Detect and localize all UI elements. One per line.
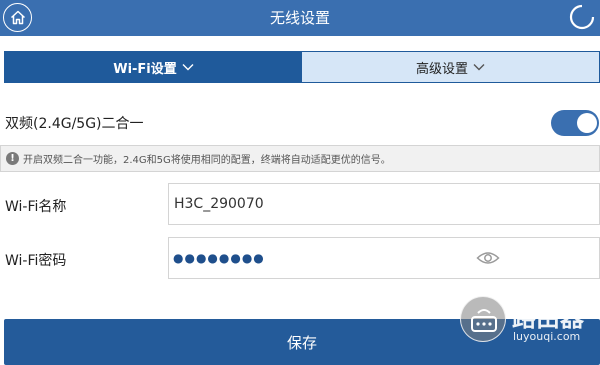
dual-band-label: 双频(2.4G/5G)二合一 (5, 116, 144, 132)
toggle-knob (577, 113, 597, 133)
info-icon: ! (6, 152, 19, 165)
top-bar: 无线设置 (0, 0, 600, 36)
chevron-down-icon (182, 64, 194, 71)
tab-advanced-settings[interactable]: 高级设置 (302, 52, 599, 82)
notice-text: 开启双频二合一功能，2.4G和5G将使用相同的配置，终端将自动适配更优的信号。 (23, 155, 391, 166)
refresh-button[interactable] (568, 3, 596, 31)
wifi-name-value: H3C_290070 (174, 196, 264, 212)
wifi-name-label: Wi-Fi名称 (5, 199, 67, 215)
dual-band-notice: ! 开启双频二合一功能，2.4G和5G将使用相同的配置，终端将自动适配更优的信号… (0, 145, 600, 172)
watermark-logo-icon (460, 296, 506, 342)
save-button[interactable]: 保存 (4, 319, 600, 365)
eye-icon[interactable] (476, 249, 500, 267)
tab-wifi-settings[interactable]: Wi-Fi设置 (5, 52, 302, 82)
tab-wifi-label: Wi-Fi设置 (113, 61, 177, 77)
wifi-password-value: ●●●●●●●● (173, 251, 265, 265)
router-icon (471, 309, 497, 332)
dual-band-toggle[interactable] (551, 110, 599, 136)
watermark-title: 路由器 (512, 304, 584, 332)
refresh-icon (569, 4, 595, 30)
wifi-password-input[interactable]: ●●●●●●●● (168, 237, 600, 279)
watermark-url: luyouqi.com (513, 330, 581, 343)
wifi-password-label: Wi-Fi密码 (5, 253, 67, 269)
wifi-name-input[interactable]: H3C_290070 (168, 183, 600, 225)
page-title: 无线设置 (269, 9, 330, 27)
chevron-down-icon (473, 64, 485, 71)
tab-advanced-label: 高级设置 (415, 61, 468, 77)
settings-tabs: Wi-Fi设置 高级设置 (4, 51, 600, 83)
